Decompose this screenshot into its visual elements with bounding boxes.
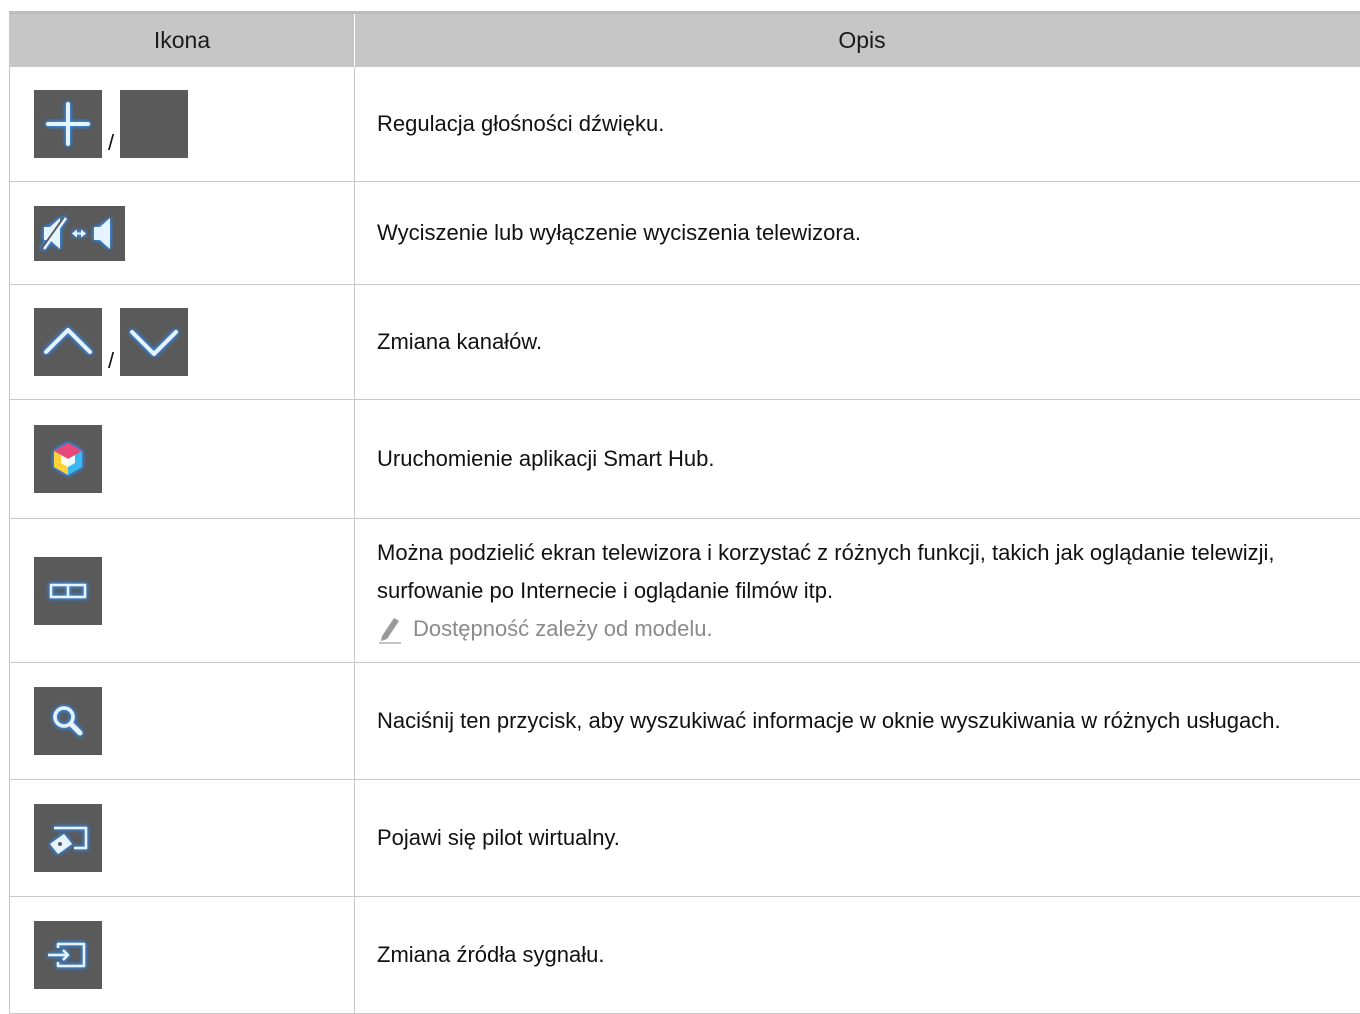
description-cell: Można podzielić ekran telewizora i korzy…	[355, 519, 1360, 663]
minus-icon	[120, 90, 188, 158]
description-cell: Naciśnij ten przycisk, aby wyszukiwać in…	[355, 663, 1360, 780]
icon-cell	[10, 400, 355, 519]
source-input-icon	[34, 921, 102, 989]
description-cell: Zmiana kanałów.	[355, 285, 1360, 400]
separator: /	[108, 132, 114, 158]
separator: /	[108, 350, 114, 376]
icon-cell	[10, 519, 355, 663]
table-row: Można podzielić ekran telewizora i korzy…	[10, 519, 1360, 663]
table-row: Wyciszenie lub wyłączenie wyciszenia tel…	[10, 182, 1360, 285]
split-screen-icon	[34, 557, 102, 625]
icon-cell: /	[10, 67, 355, 182]
chevron-up-icon	[34, 308, 102, 376]
icon-cell: /	[10, 285, 355, 400]
description-text: Można podzielić ekran telewizora i korzy…	[377, 534, 1309, 610]
description-cell: Uruchomienie aplikacji Smart Hub.	[355, 400, 1360, 519]
table-header-row: Ikona Opis	[10, 13, 1360, 67]
search-icon	[34, 687, 102, 755]
smart-hub-icon	[34, 425, 102, 493]
icon-cell	[10, 182, 355, 285]
description-cell: Regulacja głośności dźwięku.	[355, 67, 1360, 182]
plus-icon	[34, 90, 102, 158]
pencil-icon	[377, 614, 403, 644]
icon-table: Ikona Opis / Regulacja głośności dźwięku…	[9, 11, 1360, 1014]
mute-toggle-icon	[34, 206, 125, 261]
icon-cell	[10, 780, 355, 897]
virtual-remote-icon	[34, 804, 102, 872]
table-row: Uruchomienie aplikacji Smart Hub.	[10, 400, 1360, 519]
icon-cell	[10, 663, 355, 780]
description-cell: Pojawi się pilot wirtualny.	[355, 780, 1360, 897]
table-row: / Regulacja głośności dźwięku.	[10, 67, 1360, 182]
description-cell: Zmiana źródła sygnału.	[355, 897, 1360, 1014]
table-row: / Zmiana kanałów.	[10, 285, 1360, 400]
header-description-column: Opis	[355, 13, 1360, 67]
note-text: Dostępność zależy od modelu.	[413, 610, 713, 648]
description-cell: Wyciszenie lub wyłączenie wyciszenia tel…	[355, 182, 1360, 285]
table-row: Zmiana źródła sygnału.	[10, 897, 1360, 1014]
table-row: Naciśnij ten przycisk, aby wyszukiwać in…	[10, 663, 1360, 780]
icon-cell	[10, 897, 355, 1014]
chevron-down-icon	[120, 308, 188, 376]
table-row: Pojawi się pilot wirtualny.	[10, 780, 1360, 897]
header-icon-column: Ikona	[10, 13, 355, 67]
model-note: Dostępność zależy od modelu.	[377, 610, 1309, 648]
